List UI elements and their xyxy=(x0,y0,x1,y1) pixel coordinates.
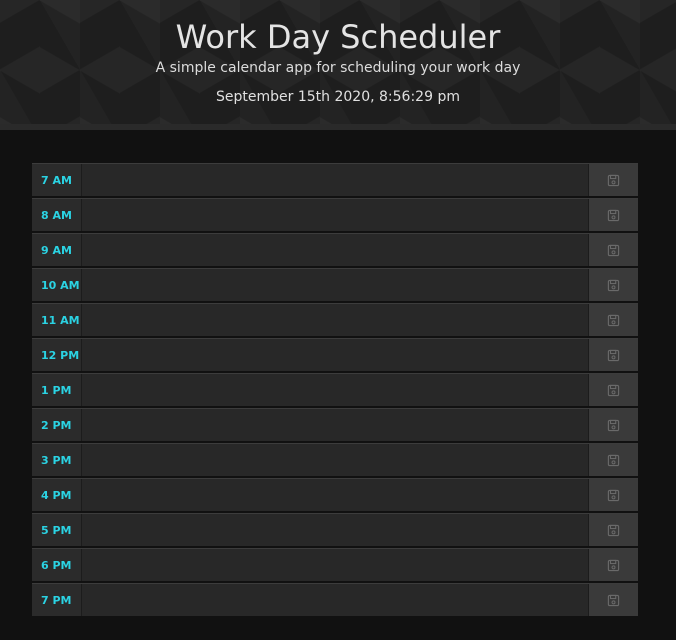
hour-label: 2 PM xyxy=(32,409,82,441)
floppy-disk-icon xyxy=(607,244,620,257)
floppy-disk-icon xyxy=(607,384,620,397)
event-description-input[interactable] xyxy=(82,374,588,406)
page-subtitle: A simple calendar app for scheduling you… xyxy=(155,60,521,76)
hour-label: 9 AM xyxy=(32,234,82,266)
time-block-row: 11 AM xyxy=(32,303,638,336)
time-block-row: 2 PM xyxy=(32,408,638,441)
save-button[interactable] xyxy=(588,584,638,616)
save-button[interactable] xyxy=(588,374,638,406)
hour-label: 3 PM xyxy=(32,444,82,476)
save-button[interactable] xyxy=(588,549,638,581)
hour-label: 1 PM xyxy=(32,374,82,406)
save-button[interactable] xyxy=(588,444,638,476)
floppy-disk-icon xyxy=(607,209,620,222)
current-date-time: September 15th 2020, 8:56:29 pm xyxy=(216,89,460,105)
page-title: Work Day Scheduler xyxy=(175,18,501,56)
floppy-disk-icon xyxy=(607,454,620,467)
time-block-row: 3 PM xyxy=(32,443,638,476)
floppy-disk-icon xyxy=(607,349,620,362)
floppy-disk-icon xyxy=(607,594,620,607)
save-button[interactable] xyxy=(588,234,638,266)
event-description-input[interactable] xyxy=(82,199,588,231)
save-button[interactable] xyxy=(588,409,638,441)
event-description-input[interactable] xyxy=(82,514,588,546)
time-block-row: 10 AM xyxy=(32,268,638,301)
floppy-disk-icon xyxy=(607,559,620,572)
save-button[interactable] xyxy=(588,164,638,196)
hour-label: 7 AM xyxy=(32,164,82,196)
save-button[interactable] xyxy=(588,199,638,231)
time-block-row: 7 PM xyxy=(32,583,638,616)
hour-label: 6 PM xyxy=(32,549,82,581)
header-banner: Work Day Scheduler A simple calendar app… xyxy=(0,0,676,130)
time-block-row: 7 AM xyxy=(32,163,638,196)
event-description-input[interactable] xyxy=(82,584,588,616)
hour-label: 5 PM xyxy=(32,514,82,546)
event-description-input[interactable] xyxy=(82,339,588,371)
hour-label: 8 AM xyxy=(32,199,82,231)
time-block-row: 1 PM xyxy=(32,373,638,406)
hour-label: 7 PM xyxy=(32,584,82,616)
floppy-disk-icon xyxy=(607,174,620,187)
floppy-disk-icon xyxy=(607,314,620,327)
save-button[interactable] xyxy=(588,269,638,301)
save-button[interactable] xyxy=(588,339,638,371)
schedule-container: 7 AM 8 AM 9 AM 10 AM 11 AM 12 PM 1 PM 2 … xyxy=(32,163,638,618)
time-block-row: 9 AM xyxy=(32,233,638,266)
event-description-input[interactable] xyxy=(82,549,588,581)
event-description-input[interactable] xyxy=(82,269,588,301)
event-description-input[interactable] xyxy=(82,444,588,476)
floppy-disk-icon xyxy=(607,489,620,502)
event-description-input[interactable] xyxy=(82,479,588,511)
event-description-input[interactable] xyxy=(82,164,588,196)
hour-label: 10 AM xyxy=(32,269,82,301)
time-block-row: 5 PM xyxy=(32,513,638,546)
hour-label: 4 PM xyxy=(32,479,82,511)
event-description-input[interactable] xyxy=(82,234,588,266)
time-block-row: 4 PM xyxy=(32,478,638,511)
save-button[interactable] xyxy=(588,479,638,511)
time-block-row: 8 AM xyxy=(32,198,638,231)
floppy-disk-icon xyxy=(607,279,620,292)
floppy-disk-icon xyxy=(607,419,620,432)
save-button[interactable] xyxy=(588,514,638,546)
save-button[interactable] xyxy=(588,304,638,336)
time-block-row: 6 PM xyxy=(32,548,638,581)
event-description-input[interactable] xyxy=(82,409,588,441)
hour-label: 11 AM xyxy=(32,304,82,336)
hour-label: 12 PM xyxy=(32,339,82,371)
floppy-disk-icon xyxy=(607,524,620,537)
event-description-input[interactable] xyxy=(82,304,588,336)
time-block-row: 12 PM xyxy=(32,338,638,371)
